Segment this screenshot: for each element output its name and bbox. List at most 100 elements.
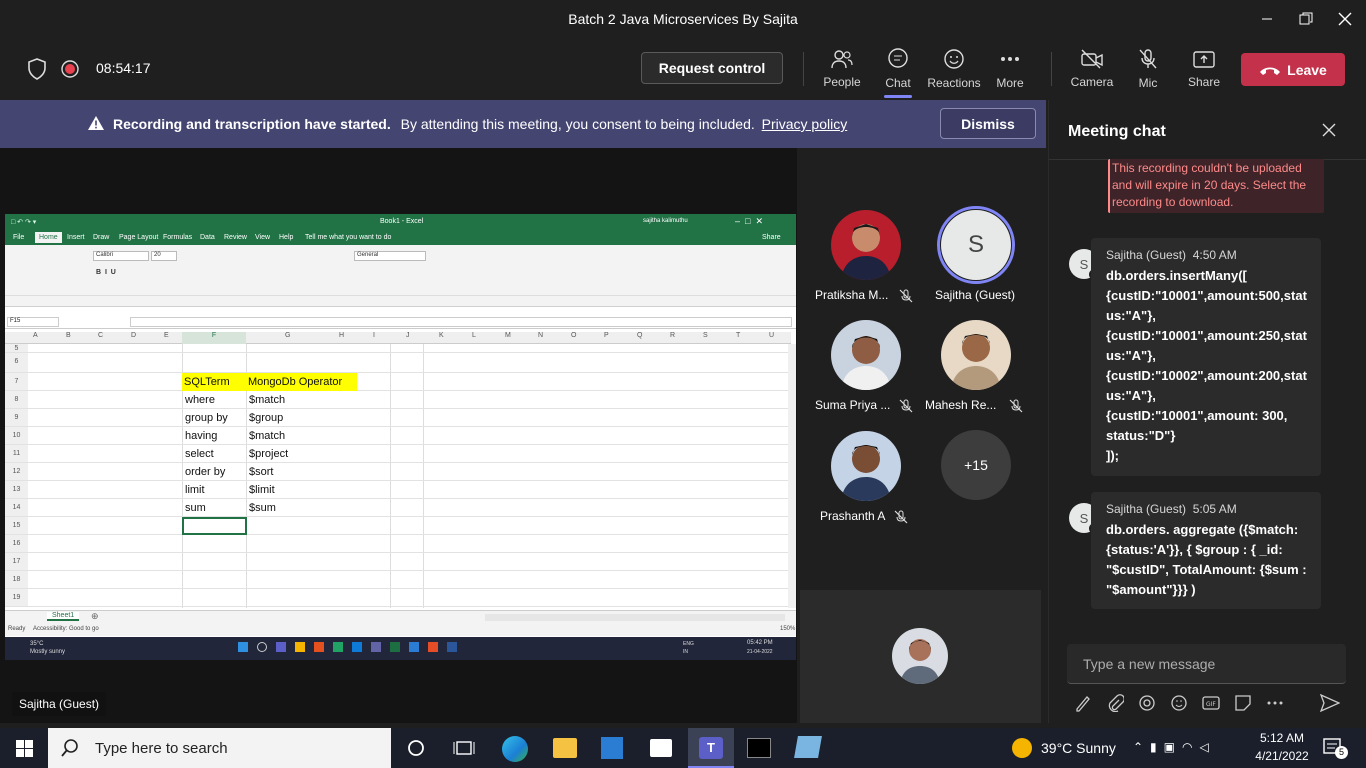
font-size-box[interactable]: 20 (151, 251, 177, 261)
dismiss-button[interactable]: Dismiss (940, 108, 1036, 139)
excel-window-controls[interactable]: – □ ✕ (735, 216, 763, 227)
request-control-button[interactable]: Request control (641, 52, 783, 84)
formula-input[interactable] (130, 317, 792, 327)
more-button[interactable]: More (982, 38, 1038, 100)
cell-g9[interactable]: $group (249, 409, 283, 427)
accessibility-status[interactable]: Accessibility: Good to go (33, 626, 99, 632)
add-sheet-icon[interactable]: ⊕ (91, 611, 99, 622)
terminal-icon[interactable] (747, 738, 771, 758)
chrome-icon (333, 642, 343, 652)
task-view-button[interactable] (453, 738, 475, 758)
taskbar-time[interactable]: 5:12 AM (1257, 731, 1307, 745)
file-explorer-icon[interactable] (553, 738, 577, 758)
tab-page-layout[interactable]: Page Layout (119, 234, 158, 241)
taskbar-search[interactable]: Type here to search (48, 728, 391, 768)
reactions-button[interactable]: Reactions (926, 38, 982, 100)
excel-title: Book1 - Excel (380, 218, 424, 225)
avatar-mahesh[interactable] (941, 320, 1011, 390)
tab-file[interactable]: File (13, 234, 24, 241)
font-name-box[interactable]: Calibri (93, 251, 149, 261)
cell-f11[interactable]: select (185, 445, 214, 463)
table-row: 19 (5, 589, 791, 607)
table-row: 8 where $match (5, 391, 791, 409)
cell-g7[interactable]: MongoDb Operator (246, 373, 357, 391)
table-row: 16 (5, 535, 791, 553)
chat-button[interactable]: Chat (870, 38, 926, 100)
privacy-policy-link[interactable]: Privacy policy (762, 116, 848, 132)
mail-icon[interactable] (650, 739, 672, 757)
avatar-suma[interactable] (831, 320, 901, 390)
tab-home[interactable]: Home (35, 232, 62, 243)
tab-data[interactable]: Data (200, 234, 215, 241)
cell-f13[interactable]: limit (185, 481, 205, 499)
gif-icon[interactable]: GIF (1202, 694, 1220, 712)
cell-g11[interactable]: $project (249, 445, 288, 463)
close-icon (1338, 12, 1352, 26)
attach-icon[interactable] (1106, 694, 1124, 712)
app-icon[interactable] (794, 736, 822, 758)
zoom-level[interactable]: 150% (780, 626, 795, 632)
row-number: 14 (5, 499, 28, 516)
avatar-sajitha[interactable]: S (941, 210, 1011, 280)
recording-alert[interactable]: This recording couldn't be uploaded and … (1108, 159, 1324, 213)
cell-f9[interactable]: group by (185, 409, 228, 427)
tab-formulas[interactable]: Formulas (163, 234, 192, 241)
message-input[interactable]: Type a new message (1067, 644, 1346, 684)
meeting-timer: 08:54:17 (96, 60, 151, 76)
share-button[interactable]: Share (1176, 38, 1232, 100)
emoji-icon[interactable] (1170, 694, 1188, 712)
more-participants-button[interactable]: +15 (941, 430, 1011, 500)
font-style-buttons[interactable]: B I U (96, 269, 116, 276)
tab-view[interactable]: View (255, 234, 270, 241)
tab-insert[interactable]: Insert (67, 234, 85, 241)
camera-button[interactable]: Camera (1064, 38, 1120, 100)
edge-icon[interactable] (502, 736, 528, 762)
start-button[interactable] (16, 740, 33, 757)
sticker-icon[interactable] (1234, 694, 1252, 712)
cell-f7[interactable]: SQLTerm (182, 373, 246, 391)
cell-g12[interactable]: $sort (249, 463, 273, 481)
system-tray-icons[interactable]: ⌃▮▣◠◁ (1133, 740, 1216, 754)
number-format-box[interactable]: General (354, 251, 426, 261)
close-chat-button[interactable] (1322, 123, 1336, 137)
excel-share-button[interactable]: Share (762, 234, 781, 241)
cell-g13[interactable]: $limit (249, 481, 275, 499)
tab-draw[interactable]: Draw (93, 234, 109, 241)
leave-button[interactable]: Leave (1241, 53, 1345, 86)
cell-f8[interactable]: where (185, 391, 215, 409)
avatar-prashanth[interactable] (831, 431, 901, 501)
teams-taskbar-button[interactable]: T (688, 728, 734, 768)
sheet-tab[interactable]: Sheet1 (47, 612, 80, 621)
notifications-button[interactable]: 5 (1323, 737, 1348, 759)
cell-f10[interactable]: having (185, 427, 217, 445)
task-view-icon (453, 741, 475, 755)
excel-user: sajitha kalimuthu (643, 218, 688, 224)
send-button[interactable] (1320, 694, 1340, 712)
cell-g10[interactable]: $match (249, 427, 285, 445)
taskbar-date[interactable]: 4/21/2022 (1252, 749, 1312, 763)
cell-g14[interactable]: $sum (249, 499, 276, 517)
horizontal-scrollbar[interactable] (485, 614, 785, 621)
store-icon[interactable] (601, 737, 623, 759)
tab-help[interactable]: Help (279, 234, 293, 241)
selected-cell-f15[interactable] (182, 517, 247, 535)
people-button[interactable]: People (814, 38, 870, 100)
more-options-icon[interactable] (1266, 694, 1284, 712)
cortana-button[interactable] (406, 738, 426, 758)
taskbar-weather[interactable]: 39°C Sunny (1041, 740, 1116, 756)
mic-button[interactable]: Mic (1120, 38, 1176, 100)
tab-review[interactable]: Review (224, 234, 247, 241)
name-box[interactable]: F15 (7, 317, 59, 327)
row-number: 18 (5, 571, 28, 588)
vertical-scrollbar[interactable] (788, 344, 796, 608)
participant-name: Sajitha (Guest) (934, 288, 1016, 302)
avatar-pratiksha[interactable] (831, 210, 901, 280)
format-icon[interactable] (1074, 694, 1092, 712)
tell-me-search[interactable]: Tell me what you want to do (305, 234, 391, 241)
mic-off-icon (894, 510, 908, 524)
close-window-button[interactable] (1322, 0, 1366, 38)
cell-f14[interactable]: sum (185, 499, 206, 517)
loop-icon[interactable] (1138, 694, 1156, 712)
cell-g8[interactable]: $match (249, 391, 285, 409)
cell-f12[interactable]: order by (185, 463, 225, 481)
